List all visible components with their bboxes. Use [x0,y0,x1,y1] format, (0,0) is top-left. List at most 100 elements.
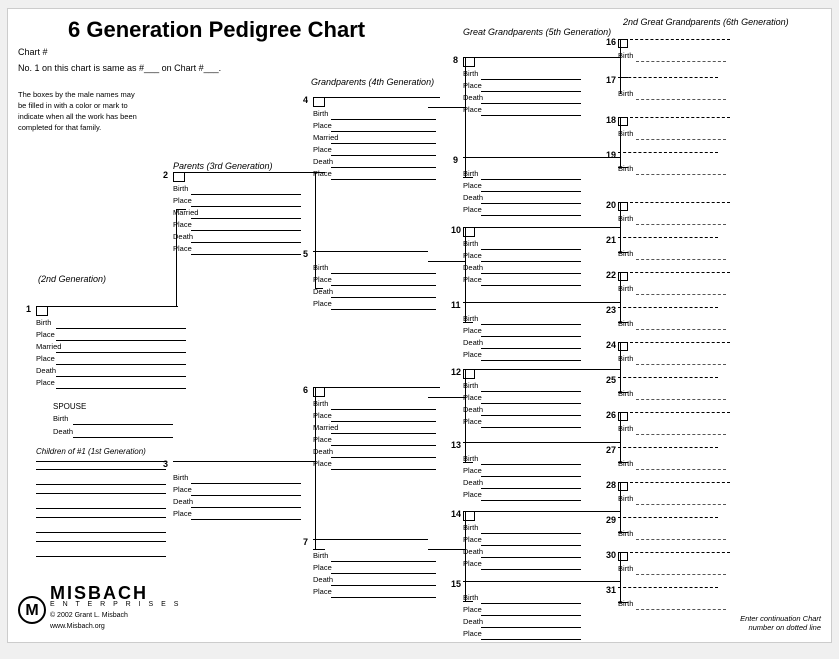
person-11-place: Place [463,326,482,335]
person-30-num: 30 [606,550,616,560]
person-23-num: 23 [606,305,616,315]
person-1-place1-line [56,340,186,341]
person-7-death-line [331,585,436,586]
person-6-num: 6 [303,385,308,395]
c-18 [618,117,628,118]
person-22-num: 22 [606,270,616,280]
person-25-birth-line [636,399,726,400]
person-4-birth-label: Birth [313,109,328,118]
c-23 [618,322,628,323]
person-18-name-dashed [630,117,730,118]
person-3-name-line [173,461,293,462]
person-4-place1-label: Place [313,121,332,130]
person-10-death: Death [463,263,483,272]
person-27-num: 27 [606,445,616,455]
logo-copyright: © 2002 Grant L. Misbach [50,610,181,621]
c-22-23-v [620,272,621,322]
c-28 [618,482,628,483]
c-13-right [573,442,620,443]
person-1-place2-label: Place [36,354,55,363]
connector-2-h [176,209,186,210]
person-26-name-dashed [630,412,730,413]
connector-13-left [463,462,473,463]
person-12-num: 12 [451,367,461,377]
person-8-name-line [475,57,585,58]
person-13-place: Place [463,466,482,475]
person-7-place2-line [331,597,436,598]
gen3-label: Parents (3rd Generation) [173,161,273,171]
person-4-name-line [325,97,440,98]
person-7-birth-line [331,561,436,562]
person-2-birth-line [191,194,301,195]
person-15-death: Death [463,617,483,626]
person-2-box [173,172,185,182]
person-4-married-label: Married [313,133,338,142]
logo-enterprises-text: E N T E R P R I S E S [50,599,181,610]
gen6-label: 2nd Great Grandparents (6th Generation) [623,17,789,27]
person-20-num: 20 [606,200,616,210]
person-1-married-label: Married [36,342,61,351]
person-7-birth-label: Birth [313,551,328,560]
person-11-num: 11 [451,300,461,310]
person-1-name-line [48,306,178,307]
person-6-death-line [331,457,436,458]
c-16 [618,39,628,40]
person-13-num: 13 [451,440,461,450]
person-15-place: Place [463,605,482,614]
person-7-num: 7 [303,537,308,547]
c-20-21-v [620,202,621,252]
person-6-birth-line [331,409,436,410]
person-6-death-label: Death [313,447,333,456]
person-18-birth-line [636,139,726,140]
connector-5-left [315,288,323,289]
person-7-place2-label: Place [313,587,332,596]
person-30-name-dashed [630,552,730,553]
gen5-label: Great Grandparents (5th Generation) [463,27,611,37]
person-26-num: 26 [606,410,616,420]
person-1-death-line [56,376,186,377]
c-10-right [573,227,620,228]
person-19-birth-line [636,174,726,175]
spouse-death-label: Death [53,427,73,436]
logo-block: M MISBACH E N T E R P R I S E S © 2002 G… [18,588,181,632]
gen2-label: (2nd Generation) [38,274,106,284]
person-6-married-line [331,433,436,434]
person-21-num: 21 [606,235,616,245]
person-2-married-line [191,218,301,219]
person-24-birth-line [636,364,726,365]
person-1-place3-label: Place [36,378,55,387]
person-23-name-dashed [618,307,718,308]
person-4-box [313,97,325,107]
gen4-label: Grandparents (4th Generation) [311,77,434,87]
connector-3-right [293,461,315,462]
person-29-num: 29 [606,515,616,525]
c-11-right [573,302,620,303]
person-5-place-line [331,285,436,286]
person-11-place2: Place [463,350,482,359]
connector-12-13-v [465,369,466,462]
spouse-label: SPOUSE [53,402,86,411]
person-9-num: 9 [453,155,458,165]
c-27 [618,462,628,463]
connector-4-left [313,172,325,173]
c-8-right [573,57,620,58]
person-23-birth-line [636,329,726,330]
connector-15-left [463,601,473,602]
connector-5-right [428,261,465,262]
c-6-7-v [315,387,316,549]
person-26-birth-line [636,434,726,435]
person-4-married-line [331,143,436,144]
children-label: Children of #1 (1st Generation) [36,447,146,456]
connector-4-5-v [315,172,316,288]
c-24 [618,342,628,343]
person-3-place-line [191,495,301,496]
person-1-num: 1 [26,304,31,314]
person-5-name-line [313,251,428,252]
person-4-place3-line [331,179,436,180]
person-22-birth-line [636,294,726,295]
connector-6-right [428,397,465,398]
person-2-place3-line [191,254,301,255]
person-10-num: 10 [451,225,461,235]
connector-10-left [463,227,473,228]
c-16-17-v [620,39,621,94]
